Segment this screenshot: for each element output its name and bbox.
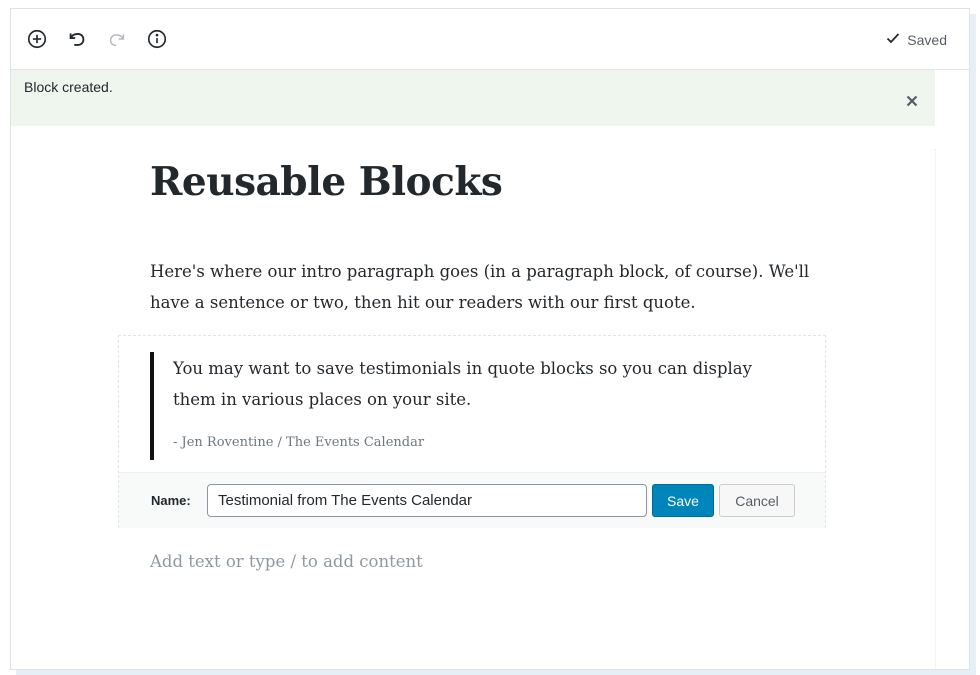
- notice-banner: Block created.: [11, 70, 935, 126]
- reusable-name-input[interactable]: [207, 484, 647, 517]
- intro-paragraph[interactable]: Here's where our intro paragraph goes (i…: [150, 256, 810, 318]
- reusable-name-bar: Name: Save Cancel: [119, 472, 825, 528]
- saved-label: Saved: [907, 31, 947, 48]
- cancel-button[interactable]: Cancel: [719, 484, 795, 517]
- quote-border: [150, 352, 154, 460]
- quote-citation[interactable]: - Jen Roventine / The Events Calendar: [173, 435, 424, 450]
- check-icon: [885, 30, 901, 49]
- notice-message: Block created.: [24, 79, 113, 95]
- editor-toolbar: Saved: [11, 9, 969, 70]
- redo-icon[interactable]: [105, 27, 129, 51]
- add-block-icon[interactable]: [25, 27, 49, 51]
- save-button[interactable]: Save: [652, 484, 714, 517]
- reusable-block[interactable]: You may want to save testimonials in quo…: [118, 335, 826, 528]
- close-icon[interactable]: [904, 93, 920, 109]
- saved-status: Saved: [885, 30, 947, 49]
- editor-frame: Saved Block created. Reusable Blocks Her…: [10, 8, 970, 670]
- info-icon[interactable]: [145, 27, 169, 51]
- quote-text[interactable]: You may want to save testimonials in quo…: [173, 353, 793, 415]
- post-title[interactable]: Reusable Blocks: [150, 159, 503, 205]
- new-block-placeholder[interactable]: Add text or type / to add content: [150, 552, 423, 571]
- undo-icon[interactable]: [65, 27, 89, 51]
- name-label: Name:: [151, 493, 191, 508]
- content-divider: [935, 149, 936, 669]
